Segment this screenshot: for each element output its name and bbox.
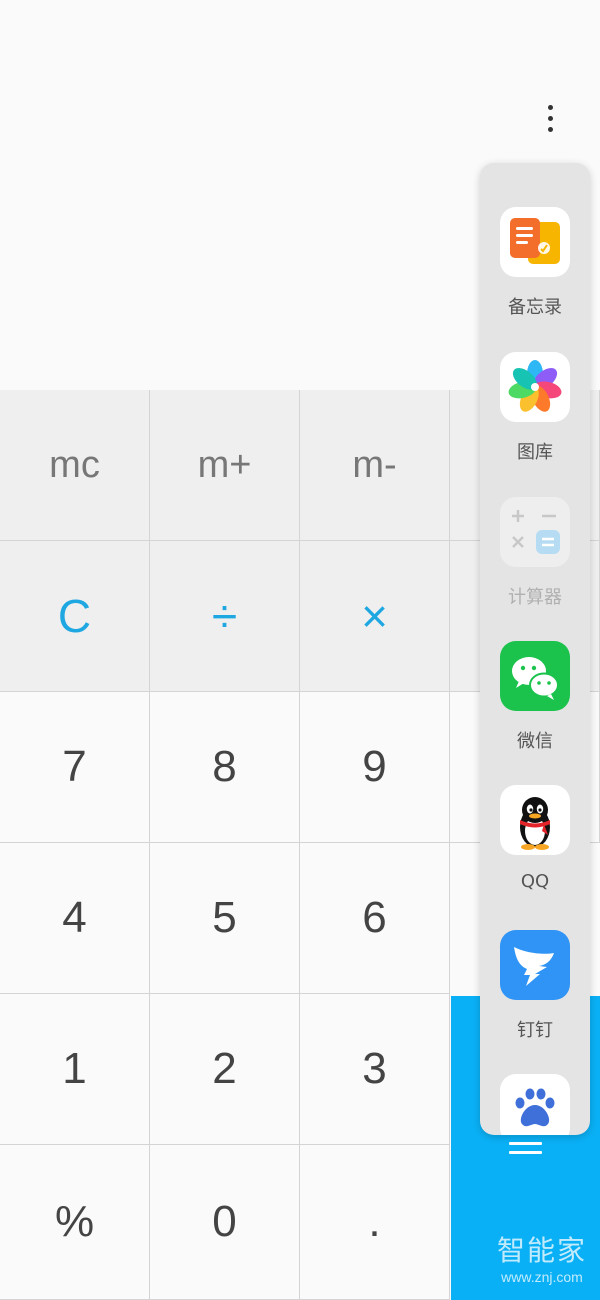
sidebar-app-notes[interactable]: 备忘录 (480, 207, 590, 319)
wechat-icon (500, 641, 570, 711)
equals-icon (509, 1138, 542, 1158)
key-label: 9 (362, 742, 387, 791)
app-label: 备忘录 (508, 297, 562, 318)
dingtalk-icon (500, 930, 570, 1000)
memory-subtract-button[interactable]: m- (300, 390, 450, 541)
sidebar-app-dingtalk[interactable]: 钉钉 (480, 930, 590, 1042)
key-label: 2 (212, 1044, 237, 1093)
key-label: . (368, 1197, 381, 1246)
watermark-url: www.znj.com (501, 1269, 583, 1285)
sidebar-app-qq[interactable]: QQ (480, 785, 590, 892)
gallery-icon (500, 352, 570, 422)
app-label: 钉钉 (517, 1020, 553, 1041)
sidebar-app-gallery[interactable]: 图库 (480, 352, 590, 464)
digit-1-button[interactable]: 1 (0, 994, 150, 1145)
key-label: 0 (212, 1197, 237, 1246)
key-label: 1 (62, 1044, 87, 1093)
digit-9-button[interactable]: 9 (300, 692, 450, 843)
baidu-icon (500, 1074, 570, 1135)
digit-4-button[interactable]: 4 (0, 843, 150, 994)
digit-0-button[interactable]: 0 (150, 1145, 300, 1300)
qq-icon (500, 785, 570, 855)
sidebar-app-baidu[interactable] (480, 1074, 590, 1135)
digit-7-button[interactable]: 7 (0, 692, 150, 843)
key-label: m- (352, 443, 397, 486)
key-label: ÷ (211, 590, 238, 642)
memory-add-button[interactable]: m+ (150, 390, 300, 541)
app-label: 计算器 (508, 587, 562, 608)
key-label: % (54, 1197, 95, 1246)
notes-icon (500, 207, 570, 277)
key-label: 7 (62, 742, 87, 791)
digit-3-button[interactable]: 3 (300, 994, 450, 1145)
memory-clear-button[interactable]: mc (0, 390, 150, 541)
sidebar-app-wechat[interactable]: 微信 (480, 641, 590, 753)
key-label: mc (49, 443, 100, 486)
watermark: 智能家 www.znj.com (488, 1234, 596, 1286)
decimal-point-button[interactable]: . (300, 1145, 450, 1300)
sidebar-app-calculator[interactable]: 计算器 (480, 497, 590, 609)
key-label: × (361, 590, 388, 642)
calculator-icon (500, 497, 570, 567)
key-label: 5 (212, 893, 237, 942)
app-sidebar-panel: 备忘录 图库 计算器 微信 QQ 钉钉 (480, 163, 590, 1135)
app-label: QQ (520, 871, 550, 892)
multiply-button[interactable]: × (300, 541, 450, 692)
watermark-text: 智能家 (496, 1234, 587, 1267)
key-label: 3 (362, 1044, 387, 1093)
key-label: C (57, 590, 92, 642)
digit-2-button[interactable]: 2 (150, 994, 300, 1145)
app-label: 微信 (517, 731, 553, 752)
key-label: 6 (362, 893, 387, 942)
digit-5-button[interactable]: 5 (150, 843, 300, 994)
more-vertical-icon[interactable] (536, 98, 564, 138)
key-label: 8 (212, 742, 237, 791)
clear-button[interactable]: C (0, 541, 150, 692)
app-label: 图库 (517, 442, 553, 463)
digit-6-button[interactable]: 6 (300, 843, 450, 994)
key-label: m+ (197, 443, 252, 486)
percent-button[interactable]: % (0, 1145, 150, 1300)
key-label: 4 (62, 893, 87, 942)
digit-8-button[interactable]: 8 (150, 692, 300, 843)
divide-button[interactable]: ÷ (150, 541, 300, 692)
